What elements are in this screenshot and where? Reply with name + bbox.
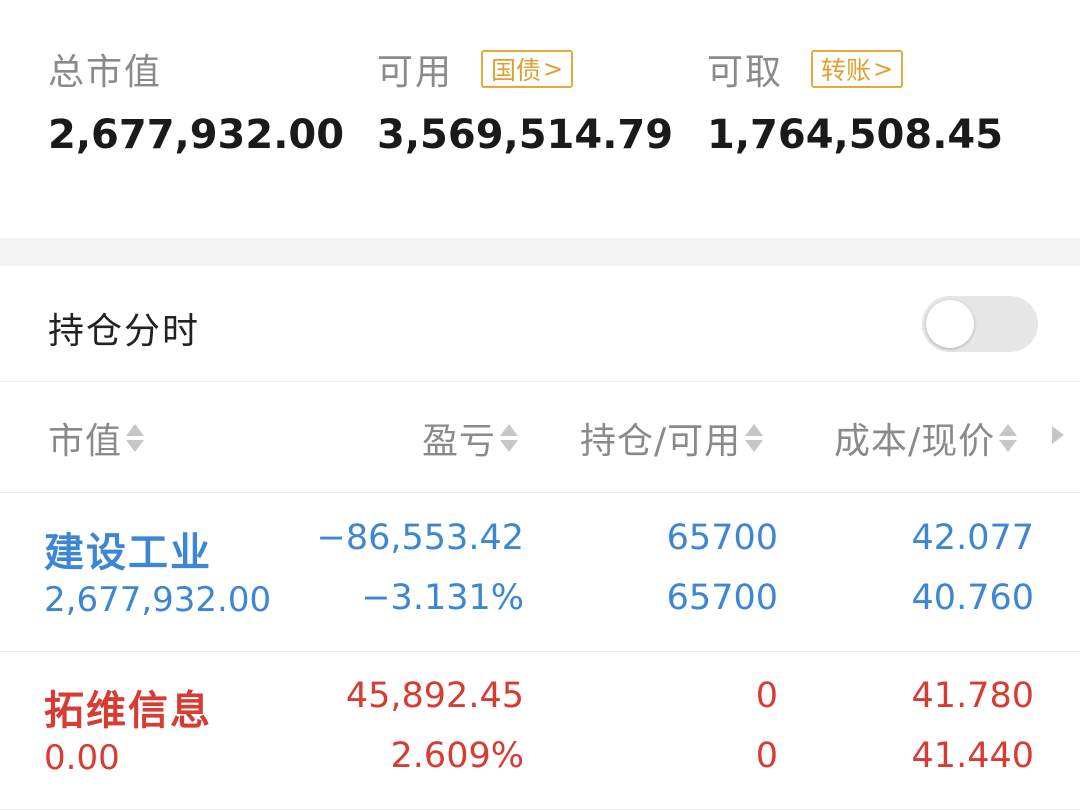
stock-name: 建设工业 bbox=[44, 530, 212, 576]
table-row[interactable]: 建设工业 2,677,932.00 −86,553.42 −3.131% 657… bbox=[0, 494, 1080, 652]
chevron-right-icon: > bbox=[543, 55, 564, 83]
available-funds-label: 可用 bbox=[377, 52, 454, 93]
sort-profit-loss[interactable]: 盈亏 bbox=[422, 415, 519, 462]
account-summary: 总市值 2,677,932.00 可用 国债 > 3,569,514.79 可取… bbox=[0, 0, 1080, 240]
sort-position-available[interactable]: 持仓/可用 bbox=[580, 415, 764, 462]
profit-loss-amount: 45,892.45 bbox=[345, 676, 524, 716]
table-row[interactable]: 拓维信息 0.00 45,892.45 2.609% 0 0 41.780 41… bbox=[0, 652, 1080, 810]
position-quantity: 65700 bbox=[666, 518, 778, 558]
available-quantity: 0 bbox=[755, 736, 778, 776]
profit-loss-percent: −3.131% bbox=[361, 578, 524, 618]
withdrawable-funds-label: 可取 bbox=[707, 52, 784, 93]
withdrawable-funds-value: 1,764,508.45 bbox=[707, 112, 1004, 158]
sort-icon bbox=[500, 421, 519, 455]
stock-market-value: 0.00 bbox=[44, 738, 120, 778]
sort-market-value[interactable]: 市值 bbox=[48, 415, 145, 462]
transfer-button[interactable]: 转账 > bbox=[811, 50, 904, 88]
position-quantity: 0 bbox=[755, 676, 778, 716]
positions-table-header: 市值 盈亏 持仓/可用 成本/现价 bbox=[0, 383, 1080, 493]
position-timeshare-row: 持仓分时 bbox=[0, 266, 1080, 382]
cost-price: 41.780 bbox=[911, 676, 1034, 716]
total-market-value: 2,677,932.00 bbox=[48, 112, 345, 158]
toggle-knob bbox=[926, 300, 974, 348]
treasury-bond-label: 国债 bbox=[491, 56, 542, 85]
transfer-label: 转账 bbox=[821, 56, 872, 85]
available-funds-value: 3,569,514.79 bbox=[377, 112, 674, 158]
available-quantity: 65700 bbox=[666, 578, 778, 618]
sort-cost-price[interactable]: 成本/现价 bbox=[834, 415, 1018, 462]
sort-icon bbox=[126, 421, 145, 455]
profit-loss-percent: 2.609% bbox=[390, 736, 524, 776]
more-columns-icon[interactable] bbox=[1052, 426, 1064, 444]
header-position-available: 持仓/可用 bbox=[580, 421, 742, 462]
section-divider bbox=[0, 238, 1080, 266]
sort-icon bbox=[999, 421, 1018, 455]
total-market-value-label: 总市值 bbox=[48, 52, 163, 93]
header-cost-price: 成本/现价 bbox=[834, 421, 996, 462]
header-market-value: 市值 bbox=[48, 421, 123, 462]
header-profit-loss: 盈亏 bbox=[422, 421, 497, 462]
stock-market-value: 2,677,932.00 bbox=[44, 580, 272, 620]
cost-price: 42.077 bbox=[911, 518, 1034, 558]
profit-loss-amount: −86,553.42 bbox=[316, 518, 524, 558]
position-timeshare-toggle[interactable] bbox=[922, 296, 1038, 352]
treasury-bond-button[interactable]: 国债 > bbox=[481, 50, 574, 88]
position-timeshare-label: 持仓分时 bbox=[48, 311, 201, 352]
sort-icon bbox=[745, 421, 764, 455]
stock-name: 拓维信息 bbox=[44, 688, 212, 734]
current-price: 40.760 bbox=[911, 578, 1034, 618]
current-price: 41.440 bbox=[911, 736, 1034, 776]
chevron-right-icon: > bbox=[873, 55, 894, 83]
